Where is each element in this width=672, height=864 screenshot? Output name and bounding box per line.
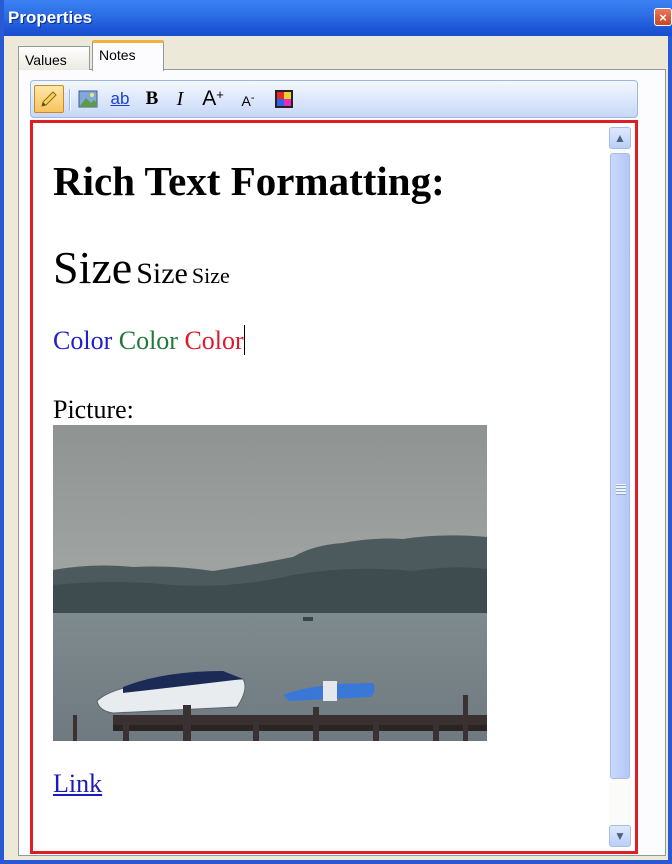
scrollbar-grip-icon: [616, 484, 626, 495]
insert-link-button[interactable]: ab: [103, 85, 137, 113]
toolbar-separator: [69, 89, 71, 111]
pencil-icon: [41, 91, 57, 107]
shrink-font-label: A: [241, 93, 251, 109]
text-caret: [243, 325, 245, 355]
shrink-font-button[interactable]: A-: [233, 85, 263, 113]
properties-window: Properties × Values Notes ab B I A + A -…: [0, 0, 672, 864]
bold-button[interactable]: B: [139, 85, 165, 113]
title-bar[interactable]: Properties ×: [4, 0, 672, 36]
insert-picture-button[interactable]: [75, 85, 101, 113]
size-small-text: Size: [191, 263, 230, 288]
tab-notes[interactable]: Notes: [92, 40, 164, 71]
heading-text: Rich Text Formatting:: [53, 158, 445, 204]
scroll-down-button[interactable]: ▼: [609, 825, 631, 847]
insert-picture-icon: [78, 90, 98, 108]
window-title: Properties: [8, 8, 93, 27]
size-medium-text: Size: [136, 257, 188, 290]
grow-font-button[interactable]: A +: [195, 85, 231, 113]
color-red-text: Color: [184, 326, 244, 355]
vertical-scrollbar[interactable]: ▲ ▼: [609, 127, 631, 847]
lake-photo-image: [53, 425, 487, 741]
close-button[interactable]: ×: [654, 8, 672, 26]
chevron-up-icon: ▲: [614, 131, 626, 145]
color-green-text: Color: [118, 326, 178, 355]
link-text[interactable]: Link: [53, 769, 102, 799]
grow-font-label: A: [202, 87, 217, 110]
font-color-button[interactable]: [271, 85, 297, 113]
tab-values[interactable]: Values: [18, 46, 90, 70]
rich-text-editor[interactable]: Rich Text Formatting: Size Size Size Col…: [30, 120, 638, 854]
colors-line: Color Color Color: [53, 325, 245, 356]
edit-mode-button[interactable]: [34, 85, 64, 113]
scroll-up-button[interactable]: ▲: [609, 127, 631, 149]
size-large-text: Size: [53, 242, 133, 293]
embedded-photo[interactable]: [53, 425, 487, 741]
shrink-font-sup: -: [250, 92, 255, 104]
chevron-down-icon: ▼: [614, 829, 626, 843]
italic-button[interactable]: I: [167, 85, 193, 113]
picture-label: Picture:: [53, 395, 134, 424]
grow-font-sup: +: [216, 86, 224, 102]
formatting-toolbar: ab B I A + A-: [30, 80, 638, 118]
tab-strip: Values Notes: [18, 40, 664, 71]
sizes-line: Size Size Size: [53, 241, 230, 294]
font-color-icon: [275, 90, 293, 108]
color-blue-text: Color: [53, 326, 113, 355]
scrollbar-thumb[interactable]: [610, 153, 630, 779]
